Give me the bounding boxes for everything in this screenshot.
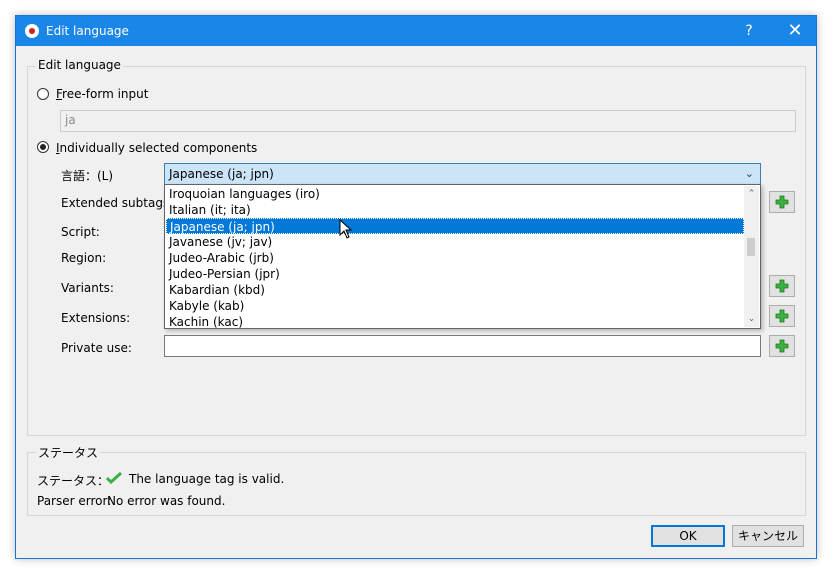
script-label: Script: [61, 225, 100, 239]
dropdown-item[interactable]: Javanese (jv; jav) [166, 234, 744, 250]
region-label: Region: [61, 251, 107, 265]
extended-subtags-label: Extended subtags: [61, 196, 174, 210]
language-label: 言語：(L) [61, 169, 114, 183]
edit-language-group-title: Edit language [36, 58, 123, 72]
dropdown-item[interactable]: Kabardian (kbd) [166, 282, 744, 298]
close-button[interactable]: ✕ [772, 16, 818, 46]
add-private-use-button[interactable] [769, 335, 795, 357]
window-title: Edit language [46, 24, 129, 38]
dropdown-item[interactable]: Judeo-Persian (jpr) [166, 266, 744, 282]
dropdown-item[interactable]: Italian (it; ita) [166, 202, 744, 218]
scroll-down-icon[interactable]: ⌄ [744, 311, 759, 327]
language-dropdown-list[interactable]: Iroquoian languages (iro) Italian (it; it… [164, 184, 761, 329]
dropdown-item[interactable]: Judeo-Arabic (jrb) [166, 250, 744, 266]
dropdown-item[interactable]: Kachin (kac) [166, 314, 744, 330]
ok-button[interactable]: OK [651, 525, 725, 547]
cancel-button[interactable]: キャンセル [732, 525, 804, 547]
dropdown-item[interactable]: Kabyle (kab) [166, 298, 744, 314]
private-use-input[interactable] [164, 335, 761, 357]
mouse-pointer-icon [339, 219, 353, 239]
status-text: The language tag is valid. [129, 472, 285, 486]
scroll-up-icon[interactable]: ⌃ [744, 186, 759, 202]
individual-components-radio[interactable] [37, 141, 49, 153]
help-button[interactable]: ? [726, 16, 772, 46]
app-icon [25, 24, 39, 38]
language-combo[interactable]: Japanese (ja; jpn) ⌄ [164, 163, 761, 185]
parser-error-text: No error was found. [107, 494, 226, 508]
private-use-label: Private use: [61, 341, 132, 355]
plus-icon [775, 195, 789, 209]
variants-label: Variants: [61, 281, 114, 295]
add-extended-subtag-button[interactable] [769, 191, 795, 213]
dropdown-item[interactable]: Iroquoian languages (iro) [166, 186, 744, 202]
parser-error-label: Parser error: [37, 494, 112, 508]
scroll-thumb[interactable] [747, 238, 755, 256]
dropdown-scrollbar[interactable]: ⌃ ⌄ [744, 186, 759, 327]
language-combo-value: Japanese (ja; jpn) [169, 167, 274, 181]
chevron-down-icon[interactable]: ⌄ [745, 167, 754, 180]
free-form-radio[interactable] [37, 88, 49, 100]
plus-icon [775, 339, 789, 353]
extensions-label: Extensions: [61, 311, 131, 325]
checkmark-icon [106, 471, 122, 485]
status-label: ステータス： [37, 474, 110, 488]
add-variant-button[interactable] [769, 275, 795, 297]
free-form-input[interactable]: ja [60, 110, 796, 132]
individual-components-label[interactable]: Individually selected components [56, 141, 257, 155]
dropdown-item[interactable]: Japanese (ja; jpn) [166, 218, 744, 234]
title-bar[interactable]: Edit language ? ✕ [16, 16, 816, 46]
add-extension-button[interactable] [769, 305, 795, 327]
plus-icon [775, 279, 789, 293]
plus-icon [775, 309, 789, 323]
status-group-title: ステータス [36, 444, 101, 461]
free-form-label[interactable]: Free-form input [56, 87, 148, 101]
